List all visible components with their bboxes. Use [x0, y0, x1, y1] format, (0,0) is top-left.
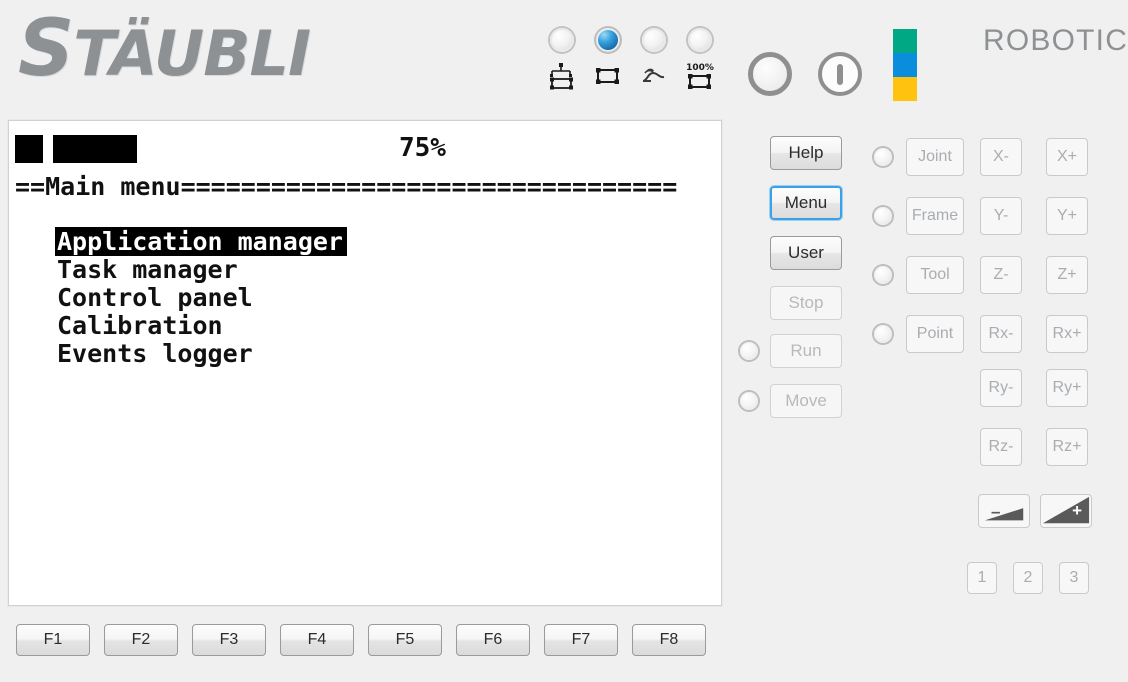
- menu-item-application-manager[interactable]: Application manager: [55, 227, 347, 256]
- speed-up-wedge-icon: [1042, 496, 1090, 524]
- jog-y-minus-button[interactable]: Y-: [980, 197, 1022, 235]
- numeric-key-1[interactable]: 1: [967, 562, 997, 594]
- point-mode-led: [874, 325, 892, 343]
- jog-z-minus-button[interactable]: Z-: [980, 256, 1022, 294]
- jog-rz-minus-button[interactable]: Rz-: [980, 428, 1022, 466]
- manual-mode-led: [642, 28, 666, 52]
- jog-z-plus-button[interactable]: Z+: [1046, 256, 1088, 294]
- mode-column-local[interactable]: [586, 28, 630, 91]
- speed-percentage: 75%: [399, 133, 446, 163]
- jog-x-plus-button[interactable]: X+: [1046, 138, 1088, 176]
- staubli-logo: STÄUBLI: [18, 10, 311, 93]
- menu-item-events-logger[interactable]: Events logger: [55, 339, 257, 368]
- menu-item-control-panel[interactable]: Control panel: [55, 283, 257, 312]
- lcd-screen[interactable]: 75% ==Main menu=========================…: [8, 120, 722, 606]
- function-key-f5[interactable]: F5: [368, 624, 442, 656]
- mode-column-full-speed[interactable]: 100%: [678, 28, 722, 91]
- lcd-menu-list[interactable]: Application manager Task manager Control…: [9, 227, 721, 367]
- svg-text:100%: 100%: [686, 63, 714, 73]
- full-speed-mode-led: [688, 28, 712, 52]
- jog-rx-minus-button[interactable]: Rx-: [980, 315, 1022, 353]
- numeric-key-2[interactable]: 2: [1013, 562, 1043, 594]
- power-icon: [837, 64, 843, 85]
- brand-swatch-green: [893, 29, 917, 53]
- power-button[interactable]: [818, 52, 862, 96]
- mode-indicator-cluster: 100%: [540, 28, 720, 100]
- menu-item-task-manager[interactable]: Task manager: [55, 255, 242, 284]
- function-key-f4[interactable]: F4: [280, 624, 354, 656]
- move-button[interactable]: Move: [770, 384, 842, 418]
- numeric-key-3[interactable]: 3: [1059, 562, 1089, 594]
- speed-down-wedge-icon: [984, 508, 1024, 521]
- local-mode-led: [596, 28, 620, 52]
- brand-swatch-amber: [893, 77, 917, 101]
- jog-ry-plus-button[interactable]: Ry+: [1046, 369, 1088, 407]
- tool-mode-led: [874, 266, 892, 284]
- function-key-f7[interactable]: F7: [544, 624, 618, 656]
- staubli-logo-text: TÄUBLI: [73, 17, 311, 90]
- network-mode-icon: [540, 61, 584, 91]
- remote-mode-led: [550, 28, 574, 52]
- jog-ry-minus-button[interactable]: Ry-: [980, 369, 1022, 407]
- list-item[interactable]: Application manager: [55, 227, 721, 256]
- help-button[interactable]: Help: [770, 136, 842, 170]
- speed-increase-button[interactable]: +: [1040, 494, 1092, 528]
- speed-down-sign: –: [991, 502, 1001, 521]
- lcd-status-bar: 75%: [9, 127, 721, 173]
- status-indicator-block-a: [15, 135, 43, 163]
- menu-item-calibration[interactable]: Calibration: [55, 311, 227, 340]
- point-mode-button[interactable]: Point: [906, 315, 964, 353]
- brand-swatches: [893, 29, 920, 101]
- jog-x-minus-button[interactable]: X-: [980, 138, 1022, 176]
- staubli-logo-initial: S: [18, 4, 74, 94]
- tool-mode-button[interactable]: Tool: [906, 256, 964, 294]
- list-item[interactable]: Control panel: [55, 283, 721, 311]
- function-key-f2[interactable]: F2: [104, 624, 178, 656]
- run-button[interactable]: Run: [770, 334, 842, 368]
- status-indicator-block-b: [53, 135, 137, 163]
- run-status-led: [740, 342, 758, 360]
- jog-rx-plus-button[interactable]: Rx+: [1046, 315, 1088, 353]
- mode-column-network[interactable]: [540, 28, 584, 91]
- move-status-led: [740, 392, 758, 410]
- joint-mode-button[interactable]: Joint: [906, 138, 964, 176]
- jog-y-plus-button[interactable]: Y+: [1046, 197, 1088, 235]
- stop-button[interactable]: Stop: [770, 286, 842, 320]
- lcd-content: 75% ==Main menu=========================…: [9, 127, 721, 605]
- list-item[interactable]: Events logger: [55, 339, 721, 367]
- brand-swatch-blue: [893, 53, 917, 77]
- frame-mode-led: [874, 207, 892, 225]
- speed-decrease-button[interactable]: –: [978, 494, 1030, 528]
- function-key-f6[interactable]: F6: [456, 624, 530, 656]
- lcd-title-separator: ==Main menu=============================…: [15, 173, 678, 201]
- mode-column-manual[interactable]: [632, 28, 676, 91]
- frame-mode-button[interactable]: Frame: [906, 197, 964, 235]
- list-item[interactable]: Calibration: [55, 311, 721, 339]
- function-key-f8[interactable]: F8: [632, 624, 706, 656]
- full-speed-icon: 100%: [678, 61, 722, 91]
- pendant-header: STÄUBLI 100% ROBOTIC: [0, 0, 1128, 112]
- user-button[interactable]: User: [770, 236, 842, 270]
- function-key-f3[interactable]: F3: [192, 624, 266, 656]
- manual-hand-icon: [632, 61, 676, 91]
- list-item[interactable]: Task manager: [55, 255, 721, 283]
- function-key-f1[interactable]: F1: [16, 624, 90, 656]
- local-mode-icon: [586, 61, 630, 91]
- menu-button[interactable]: Menu: [770, 186, 842, 220]
- emergency-stop-indicator[interactable]: [748, 52, 792, 96]
- speed-up-sign: +: [1072, 501, 1082, 520]
- jog-rz-plus-button[interactable]: Rz+: [1046, 428, 1088, 466]
- joint-mode-led: [874, 148, 892, 166]
- robotics-wordmark: ROBOTICS: [983, 24, 1128, 57]
